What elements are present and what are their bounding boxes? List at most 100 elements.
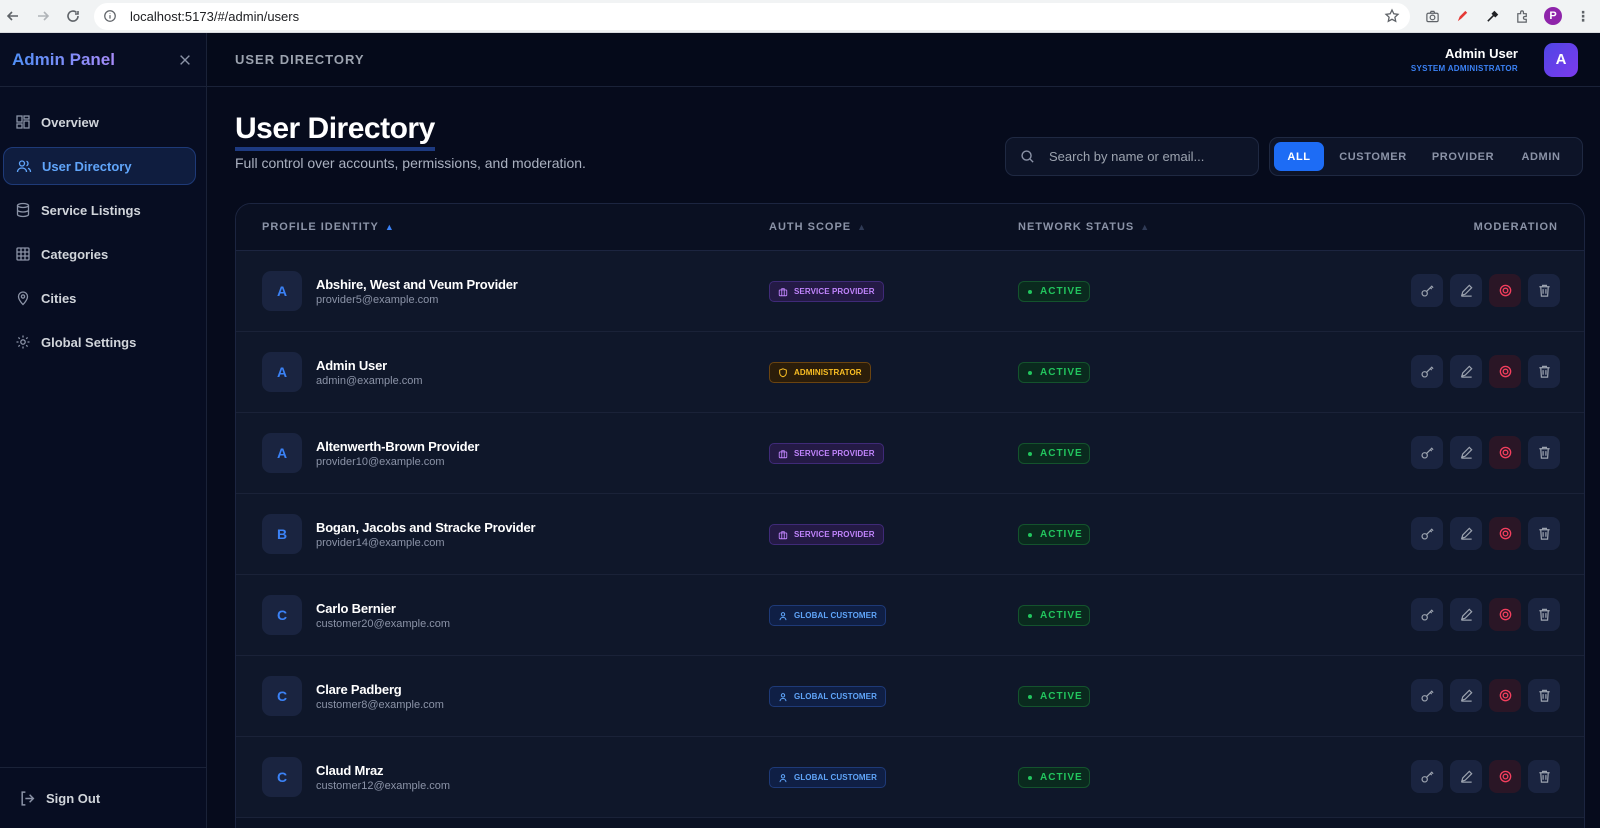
- delete-user-button[interactable]: [1528, 436, 1560, 469]
- reload-icon[interactable]: [62, 5, 84, 27]
- delete-user-button[interactable]: [1528, 355, 1560, 388]
- sidebar-item-overview[interactable]: Overview: [3, 103, 196, 141]
- status-dot: [1028, 451, 1032, 456]
- pen-extension-icon[interactable]: [1454, 8, 1470, 24]
- filter-customer[interactable]: CUSTOMER: [1330, 142, 1416, 171]
- table-row[interactable]: C Clare Padberg customer8@example.com GLOBA…: [236, 656, 1584, 737]
- suspend-user-button[interactable]: [1489, 274, 1521, 307]
- user-display-name: Bogan, Jacobs and Stracke Provider: [316, 520, 536, 535]
- status-label: ACTIVE: [1040, 610, 1083, 621]
- column-auth-scope[interactable]: AUTH SCOPE ▲: [769, 221, 867, 233]
- auth-scope-badge: ADMINISTRATOR: [769, 362, 871, 383]
- url-text[interactable]: localhost:5173/#/admin/users: [130, 9, 299, 24]
- auth-scope-badge: SERVICE PROVIDER: [769, 524, 884, 545]
- status-dot: [1028, 289, 1032, 294]
- reset-password-button[interactable]: [1411, 679, 1443, 712]
- edit-user-button[interactable]: [1450, 760, 1482, 793]
- close-icon[interactable]: [176, 51, 194, 69]
- edit-user-button[interactable]: [1450, 679, 1482, 712]
- filter-admin[interactable]: ADMIN: [1506, 142, 1576, 171]
- status-badge: ACTIVE: [1018, 686, 1090, 707]
- suspend-user-button[interactable]: [1489, 517, 1521, 550]
- browser-profile-avatar[interactable]: P: [1544, 7, 1562, 25]
- table-row[interactable]: A Abshire, West and Veum Provider provider…: [236, 251, 1584, 332]
- sidebar-item-categories[interactable]: Categories: [3, 235, 196, 273]
- eyedropper-icon[interactable]: [1484, 8, 1500, 24]
- address-bar[interactable]: localhost:5173/#/admin/users: [94, 2, 1410, 30]
- table-row[interactable]: C Claud Mraz customer12@example.com GLOBAL …: [236, 737, 1584, 818]
- reset-password-button[interactable]: [1411, 436, 1443, 469]
- sidebar-item-user-directory[interactable]: User Directory: [3, 147, 196, 185]
- delete-user-button[interactable]: [1528, 274, 1560, 307]
- user-email: admin@example.com: [316, 375, 423, 387]
- ban-icon: [1499, 689, 1511, 702]
- key-icon: [1420, 771, 1434, 783]
- avatar[interactable]: A: [1544, 42, 1578, 77]
- site-info-icon[interactable]: [102, 8, 118, 24]
- reset-password-button[interactable]: [1411, 274, 1443, 307]
- suspend-user-button[interactable]: [1489, 355, 1521, 388]
- table-row[interactable]: B Bogan, Jacobs and Stracke Provider provi…: [236, 494, 1584, 575]
- filter-provider[interactable]: PROVIDER: [1420, 142, 1506, 171]
- search-box[interactable]: [1005, 137, 1259, 176]
- brand-logo[interactable]: Admin Panel: [12, 50, 115, 70]
- sign-out-label: Sign Out: [46, 790, 101, 806]
- user-initial-avatar: C: [262, 757, 302, 797]
- suspend-user-button[interactable]: [1489, 598, 1521, 631]
- suspend-user-button[interactable]: [1489, 760, 1521, 793]
- delete-user-button[interactable]: [1528, 598, 1560, 631]
- reset-password-button[interactable]: [1411, 598, 1443, 631]
- sidebar-item-service-listings[interactable]: Service Listings: [3, 191, 196, 229]
- table-row[interactable]: A Altenwerth-Brown Provider provider10@exa…: [236, 413, 1584, 494]
- forward-arrow-icon[interactable]: [32, 5, 54, 27]
- key-icon: [1420, 447, 1434, 459]
- status-label: ACTIVE: [1040, 286, 1083, 297]
- reset-password-button[interactable]: [1411, 760, 1443, 793]
- reset-password-button[interactable]: [1411, 517, 1443, 550]
- column-network-status[interactable]: NETWORK STATUS ▲: [1018, 221, 1150, 233]
- edit-user-button[interactable]: [1450, 355, 1482, 388]
- browser-menu-icon[interactable]: ⋮: [1576, 8, 1590, 25]
- table-row[interactable]: C Carlo Bernier customer20@example.com GLOB…: [236, 575, 1584, 656]
- reset-password-button[interactable]: [1411, 355, 1443, 388]
- moderation-actions: [1411, 274, 1560, 307]
- sidebar-item-cities[interactable]: Cities: [3, 279, 196, 317]
- edit-user-button[interactable]: [1450, 274, 1482, 307]
- sign-out-button[interactable]: Sign Out: [0, 767, 206, 828]
- suspend-user-button[interactable]: [1489, 436, 1521, 469]
- moderation-actions: [1411, 436, 1560, 469]
- ban-icon: [1499, 608, 1511, 621]
- table-row[interactable]: A Admin User admin@example.com ADMINISTRATO…: [236, 332, 1584, 413]
- status-badge: ACTIVE: [1018, 362, 1090, 383]
- edit-user-button[interactable]: [1450, 517, 1482, 550]
- user-display-name: Altenwerth-Brown Provider: [316, 439, 480, 454]
- delete-user-button[interactable]: [1528, 517, 1560, 550]
- users-table: PROFILE IDENTITY ▲ AUTH SCOPE ▲ NETWORK …: [235, 203, 1585, 828]
- status-badge: ACTIVE: [1018, 605, 1090, 626]
- column-profile-identity[interactable]: PROFILE IDENTITY ▲: [262, 221, 395, 233]
- delete-user-button[interactable]: [1528, 679, 1560, 712]
- sort-icon: ▲: [857, 222, 868, 232]
- bookmark-star-icon[interactable]: [1384, 8, 1400, 24]
- camera-icon[interactable]: [1424, 8, 1440, 24]
- delete-user-button[interactable]: [1528, 760, 1560, 793]
- sidebar-header: Admin Panel: [0, 33, 206, 87]
- back-arrow-icon[interactable]: [2, 5, 24, 27]
- sidebar-item-global-settings[interactable]: Global Settings: [3, 323, 196, 361]
- user-menu[interactable]: Admin User SYSTEM ADMINISTRATOR A: [1411, 42, 1578, 77]
- suspend-user-button[interactable]: [1489, 679, 1521, 712]
- user-display-name: Clare Padberg: [316, 682, 402, 697]
- ban-icon: [1499, 527, 1511, 540]
- search-input[interactable]: [1049, 149, 1249, 164]
- puzzle-extensions-icon[interactable]: [1514, 8, 1530, 24]
- briefcase-icon: [778, 449, 788, 458]
- users-icon: [16, 160, 32, 173]
- status-dot: [1028, 694, 1032, 699]
- edit-user-button[interactable]: [1450, 598, 1482, 631]
- pencil-icon: [1460, 527, 1473, 540]
- user-email: provider10@example.com: [316, 456, 445, 468]
- search-icon: [1021, 150, 1034, 163]
- filter-all[interactable]: ALL: [1274, 142, 1324, 171]
- map-pin-icon: [17, 291, 29, 306]
- edit-user-button[interactable]: [1450, 436, 1482, 469]
